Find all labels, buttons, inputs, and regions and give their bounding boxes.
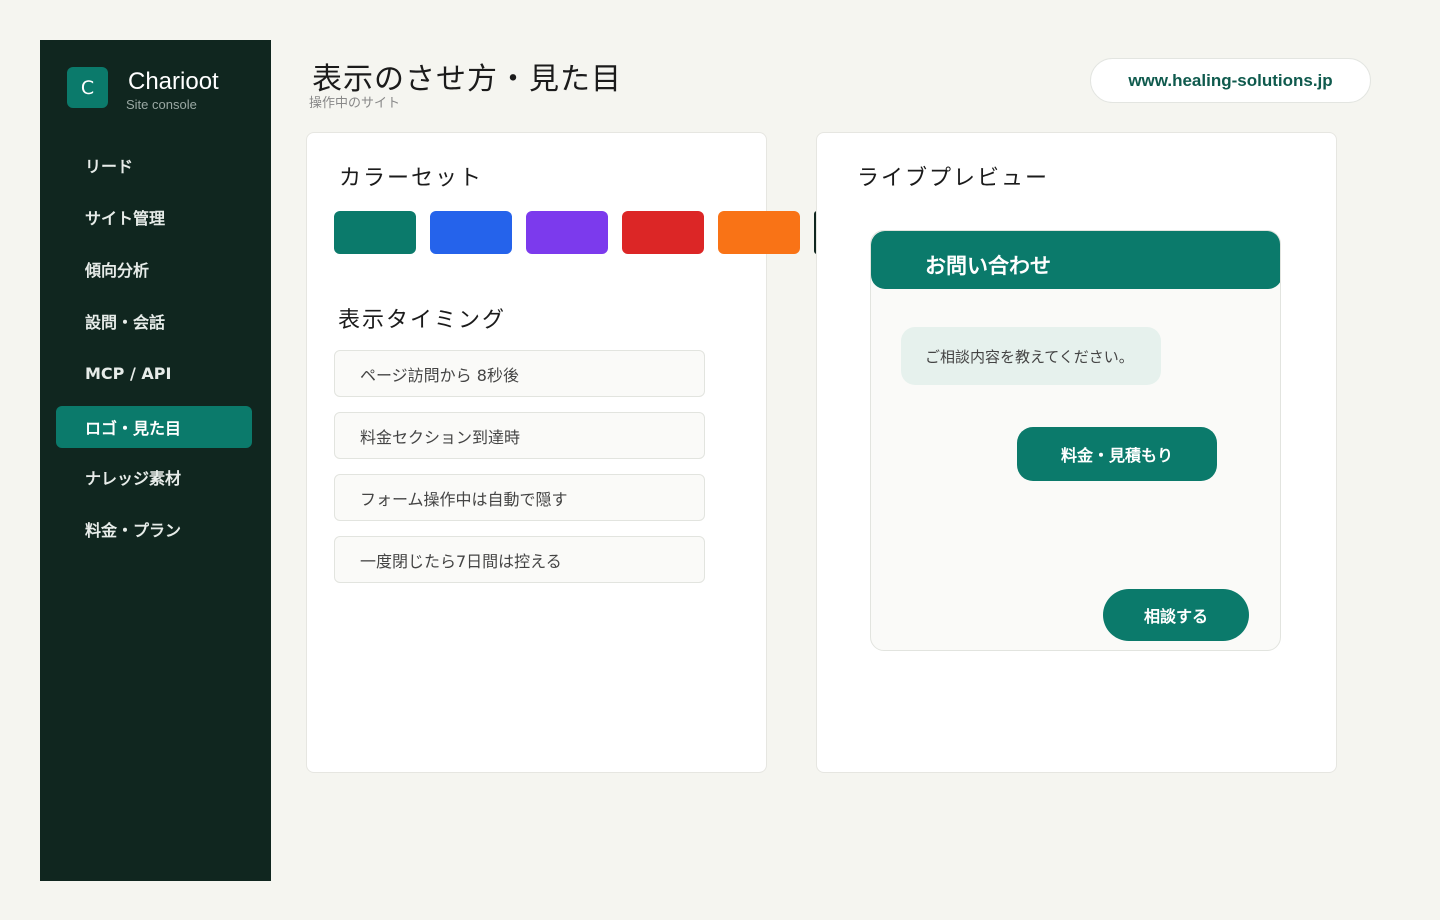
brand-subtitle: Site console [126, 97, 197, 112]
color-swatch-red[interactable] [622, 211, 704, 254]
timing-option-form-hide[interactable]: フォーム操作中は自動で隠す [334, 474, 705, 521]
color-set-title: カラーセット [339, 166, 484, 191]
choice-button-pricing[interactable]: 料金・見積もり [1017, 427, 1217, 481]
chat-title: お問い合わせ [925, 254, 1051, 278]
sidebar-item-leads[interactable]: リード [56, 144, 252, 186]
color-swatch-orange[interactable] [718, 211, 800, 254]
bot-message: ご相談内容を教えてください。 [901, 327, 1161, 385]
color-swatch-purple[interactable] [526, 211, 608, 254]
brand-name: Charioot [128, 68, 219, 95]
sidebar-item-knowledge[interactable]: ナレッジ素材 [56, 456, 252, 498]
sidebar-item-mcp-api[interactable]: MCP / API [56, 352, 252, 394]
sidebar-item-pricing[interactable]: 料金・プラン [56, 508, 252, 550]
color-swatch-teal[interactable] [334, 211, 416, 254]
sidebar-item-trend-analysis[interactable]: 傾向分析 [56, 248, 252, 290]
live-preview-title: ライブプレビュー [857, 166, 1050, 191]
sidebar-item-questions[interactable]: 設問・会話 [56, 300, 252, 342]
timing-option-close-7days[interactable]: 一度閉じたら7日間は控える [334, 536, 705, 583]
sidebar-item-site-management[interactable]: サイト管理 [56, 196, 252, 238]
display-timing-title: 表示タイミング [338, 308, 507, 333]
page-subtitle: 操作中のサイト [309, 96, 401, 111]
sidebar-item-logo-appearance[interactable]: ロゴ・見た目 [56, 406, 252, 448]
chat-widget-preview: お問い合わせ ご相談内容を教えてください。 料金・見積もり 相談する [870, 230, 1281, 651]
timing-option-pricing-section[interactable]: 料金セクション到達時 [334, 412, 705, 459]
sidebar: C Charioot Site console リード サイト管理 傾向分析 設… [40, 40, 271, 881]
timing-option-page-visit[interactable]: ページ訪問から 8秒後 [334, 350, 705, 397]
color-swatch-blue[interactable] [430, 211, 512, 254]
brand-logo[interactable]: C [67, 67, 108, 108]
site-domain-selector[interactable]: www.healing-solutions.jp [1090, 58, 1371, 103]
consult-button[interactable]: 相談する [1103, 589, 1249, 641]
